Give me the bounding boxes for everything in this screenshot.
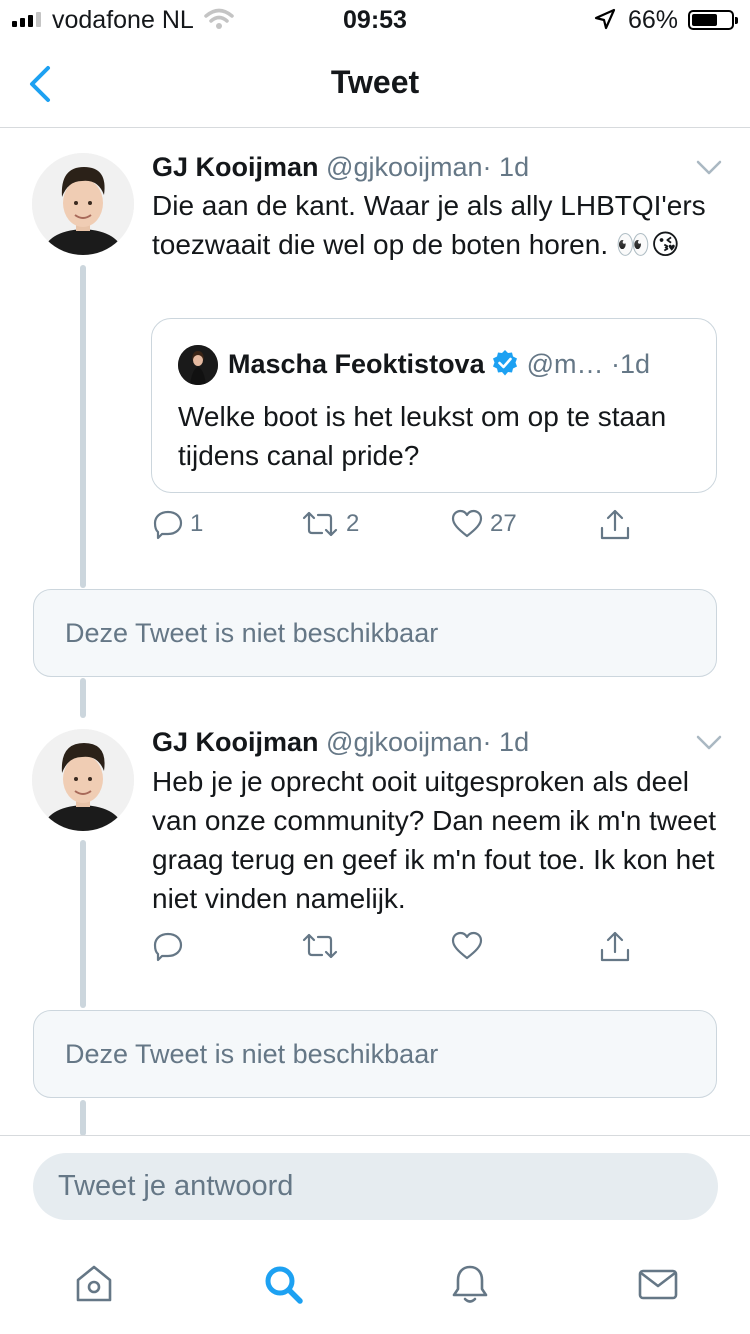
quoted-avatar bbox=[178, 345, 218, 385]
share-button[interactable] bbox=[598, 508, 632, 542]
tweet-header: GJ Kooijman @gjkooijman· 1d bbox=[152, 727, 529, 758]
author-name[interactable]: GJ Kooijman bbox=[152, 727, 319, 757]
reply-input[interactable]: Tweet je antwoord bbox=[33, 1153, 718, 1220]
like-button[interactable] bbox=[450, 930, 490, 962]
search-icon[interactable] bbox=[261, 1262, 305, 1306]
separator-dot: · bbox=[482, 152, 492, 182]
thread-connector bbox=[80, 265, 86, 588]
tweet-actions bbox=[152, 930, 672, 970]
tweet-timestamp: 1d bbox=[499, 727, 530, 757]
messages-icon[interactable] bbox=[636, 1262, 680, 1306]
retweet-button[interactable]: 2 bbox=[300, 508, 359, 540]
navigation-bar: Tweet bbox=[0, 40, 750, 128]
tweet-text: Heb je je oprecht ooit uitgesproken als … bbox=[152, 766, 717, 914]
chevron-down-icon[interactable] bbox=[696, 735, 722, 751]
battery-icon bbox=[688, 10, 738, 30]
reply-icon bbox=[153, 510, 183, 540]
retweet-count: 2 bbox=[346, 510, 360, 537]
tweet-header: GJ Kooijman @gjkooijman· 1d bbox=[152, 152, 529, 183]
quoted-author-name: Mascha Feoktistova bbox=[228, 349, 485, 379]
unavailable-tweet-notice: Deze Tweet is niet beschikbaar bbox=[33, 1010, 717, 1098]
status-bar: vodafone NL 09:53 66% bbox=[0, 0, 750, 40]
author-handle[interactable]: @gjkooijman bbox=[326, 727, 482, 757]
quoted-tweet-text: Welke boot is het leukst om op te staan … bbox=[178, 401, 667, 471]
quoted-header: Mascha Feoktistova @m… ·1d bbox=[228, 349, 650, 380]
tweet-actions: 1 2 27 bbox=[152, 508, 672, 548]
retweet-icon bbox=[302, 511, 338, 537]
reply-icon bbox=[153, 932, 183, 962]
heart-icon bbox=[451, 931, 483, 960]
reply-button[interactable]: 1 bbox=[152, 508, 203, 540]
tweet-timestamp: 1d bbox=[499, 152, 530, 182]
battery-percentage: 66% bbox=[628, 6, 679, 34]
thread-connector bbox=[80, 678, 86, 718]
separator-dot: · bbox=[482, 727, 492, 757]
location-arrow-icon bbox=[594, 8, 616, 30]
tweet-text: Die aan de kant. Waar je als ally LHBTQI… bbox=[152, 190, 706, 260]
retweet-icon bbox=[302, 933, 338, 959]
author-name[interactable]: GJ Kooijman bbox=[152, 152, 319, 182]
home-icon[interactable] bbox=[72, 1262, 116, 1306]
quoted-author-handle: @m… bbox=[526, 349, 604, 379]
unavailable-tweet-notice: Deze Tweet is niet beschikbaar bbox=[33, 589, 717, 677]
retweet-button[interactable] bbox=[300, 930, 346, 962]
notifications-icon[interactable] bbox=[448, 1262, 492, 1306]
quoted-tweet[interactable]: Mascha Feoktistova @m… ·1d Welke boot is… bbox=[151, 318, 717, 493]
reply-count: 1 bbox=[190, 510, 204, 537]
share-icon bbox=[600, 931, 630, 962]
reply-button[interactable] bbox=[152, 930, 190, 962]
share-icon bbox=[600, 509, 630, 540]
separator-dot: · bbox=[611, 349, 621, 379]
page-title: Tweet bbox=[330, 64, 420, 100]
like-button[interactable]: 27 bbox=[450, 508, 517, 540]
avatar[interactable] bbox=[32, 153, 134, 255]
thread-connector bbox=[80, 1100, 86, 1136]
thread-connector bbox=[80, 840, 86, 1008]
verified-badge-icon bbox=[492, 350, 517, 376]
share-button[interactable] bbox=[598, 930, 632, 964]
quoted-timestamp: 1d bbox=[620, 349, 651, 379]
like-count: 27 bbox=[490, 510, 517, 537]
heart-icon bbox=[451, 509, 483, 538]
author-handle[interactable]: @gjkooijman bbox=[326, 152, 482, 182]
chevron-down-icon[interactable] bbox=[696, 160, 722, 176]
avatar[interactable] bbox=[32, 729, 134, 831]
